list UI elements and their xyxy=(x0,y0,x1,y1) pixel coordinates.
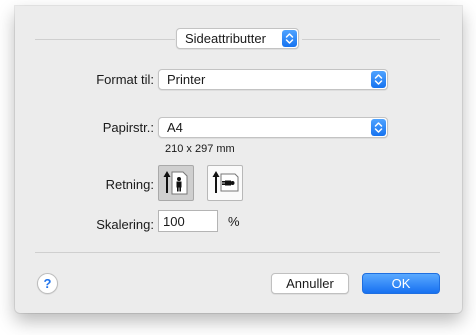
panel-selector-value: Sideattributter xyxy=(185,31,266,46)
top-separator-left xyxy=(35,39,175,40)
panel-selector-popup[interactable]: Sideattributter xyxy=(176,28,299,49)
ok-button[interactable]: OK xyxy=(362,273,440,294)
cancel-button[interactable]: Annuller xyxy=(271,273,349,294)
paper-size-label: Papirstr.: xyxy=(102,120,154,135)
scale-unit: % xyxy=(228,214,240,229)
format-for-popup[interactable]: Printer xyxy=(158,69,388,90)
scale-label: Skalering: xyxy=(96,217,154,232)
chevron-updown-icon xyxy=(371,119,386,136)
chevron-updown-icon xyxy=(282,30,297,47)
paper-size-value: A4 xyxy=(167,120,183,135)
format-for-value: Printer xyxy=(167,72,206,87)
orientation-landscape-button[interactable] xyxy=(207,165,243,201)
top-separator-right xyxy=(302,39,440,40)
landscape-orientation-icon xyxy=(212,171,239,193)
paper-dimensions: 210 x 297 mm xyxy=(165,143,235,155)
scale-input[interactable]: 100 xyxy=(158,210,218,232)
chevron-updown-icon xyxy=(371,71,386,88)
format-for-label: Format til: xyxy=(96,72,154,87)
paper-size-popup[interactable]: A4 xyxy=(158,117,388,138)
orientation-portrait-button[interactable] xyxy=(158,165,194,201)
bottom-separator xyxy=(35,252,440,253)
help-button[interactable]: ? xyxy=(37,273,58,294)
portrait-orientation-icon xyxy=(163,171,188,195)
page-setup-sheet: Sideattributter Format til: Printer Papi… xyxy=(15,6,462,313)
orientation-label: Retning: xyxy=(105,177,154,192)
